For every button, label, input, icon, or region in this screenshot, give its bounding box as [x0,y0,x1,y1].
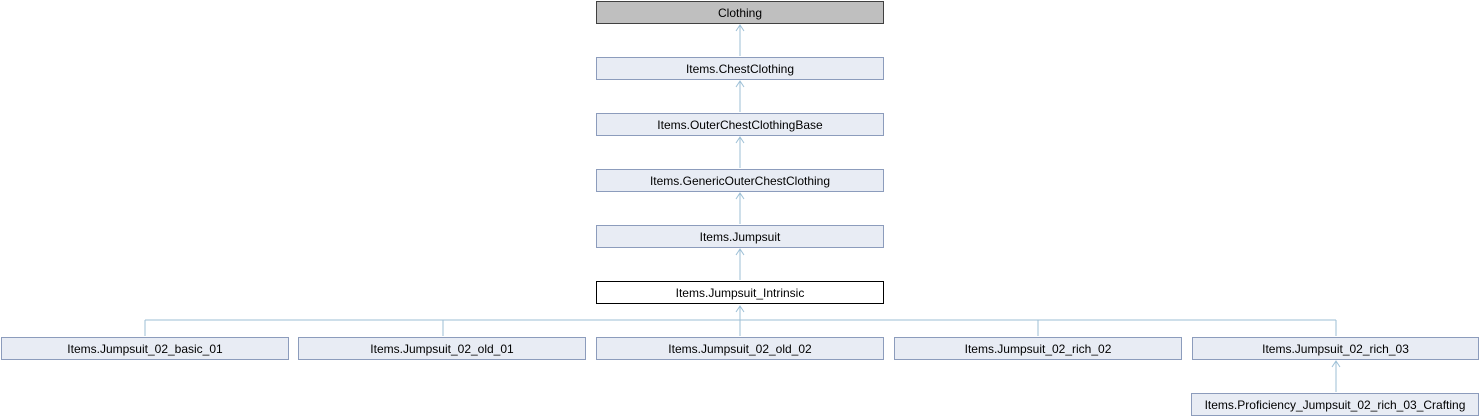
node-jumpsuit-02-rich-02[interactable]: Items.Jumpsuit_02_rich_02 [894,337,1182,360]
node-chest-clothing[interactable]: Items.ChestClothing [596,57,884,80]
node-jumpsuit-intrinsic: Items.Jumpsuit_Intrinsic [596,281,884,304]
node-jumpsuit-02-basic-01[interactable]: Items.Jumpsuit_02_basic_01 [1,337,289,360]
node-jumpsuit-02-rich-03[interactable]: Items.Jumpsuit_02_rich_03 [1192,337,1479,360]
node-outer-chest-clothing-base[interactable]: Items.OuterChestClothingBase [596,113,884,136]
node-clothing: Clothing [596,1,884,24]
node-jumpsuit-02-old-01[interactable]: Items.Jumpsuit_02_old_01 [298,337,586,360]
node-jumpsuit-02-old-02[interactable]: Items.Jumpsuit_02_old_02 [596,337,884,360]
node-generic-outer-chest-clothing[interactable]: Items.GenericOuterChestClothing [596,169,884,192]
node-jumpsuit[interactable]: Items.Jumpsuit [596,225,884,248]
inheritance-diagram: Clothing Items.ChestClothing Items.Outer… [0,0,1480,416]
node-proficiency-jumpsuit-02-rich-03-crafting[interactable]: Items.Proficiency_Jumpsuit_02_rich_03_Cr… [1191,393,1479,416]
